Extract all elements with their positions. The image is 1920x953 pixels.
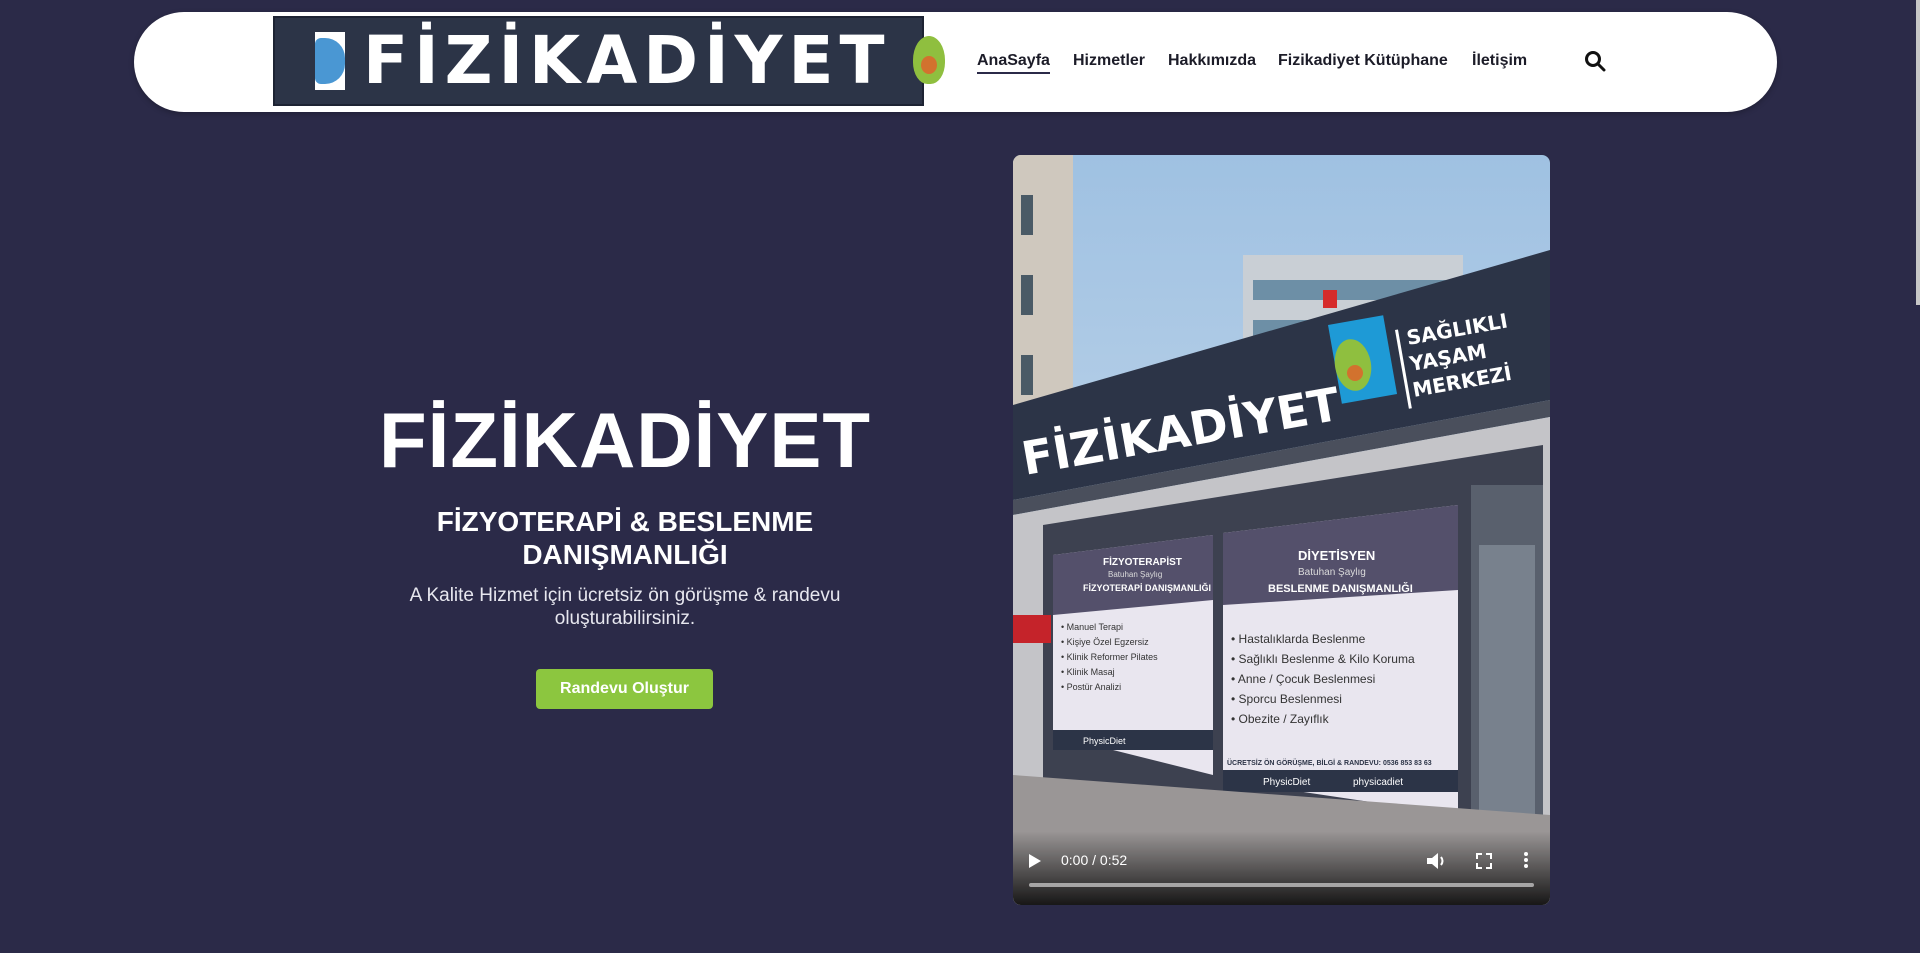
create-appointment-button[interactable]: Randevu Oluştur xyxy=(536,669,713,709)
poster-left-sub: FİZYOTERAPİ DANIŞMANLIĞI xyxy=(1083,582,1211,593)
page-scrollbar[interactable] xyxy=(1916,0,1920,305)
nav-item-hakkimizda[interactable]: Hakkımızda xyxy=(1168,52,1256,70)
poster-left-item: • Klinik Reformer Pilates xyxy=(1061,652,1158,662)
logo-wordmark: FİZİKADİYET xyxy=(363,22,891,99)
logo-tagline-line: SAĞLIKLI xyxy=(932,31,1028,52)
poster-left-item: • Manuel Terapi xyxy=(1061,622,1123,632)
video-controls: 0:00 / 0:52 xyxy=(1013,831,1550,905)
nav-item-kutuphane[interactable]: Fizikadiyet Kütüphane xyxy=(1278,52,1448,70)
promo-video[interactable]: FİZİKADİYET SAĞLIKLI YAŞAM MERKEZİ FİZYO… xyxy=(1013,155,1550,905)
poster-right-sub: BESLENME DANIŞMANLIĞI xyxy=(1268,582,1413,595)
poster-right-footer-social: physicadiet xyxy=(1353,777,1403,788)
more-options-icon[interactable] xyxy=(1523,851,1529,869)
hero-subtitle: FİZYOTERAPİ & BESLENME DANIŞMANLIĞI xyxy=(436,506,814,570)
poster-left-item: • Klinik Masaj xyxy=(1061,667,1115,677)
logo-knee-icon xyxy=(315,32,345,90)
nav-item-hizmetler[interactable]: Hizmetler xyxy=(1073,52,1145,70)
poster-right-item: • Sağlıklı Beslenme & Kilo Koruma xyxy=(1231,652,1415,666)
poster-right-footer: PhysicDiet xyxy=(1263,777,1310,788)
video-time: 0:00 / 0:52 xyxy=(1061,852,1128,868)
hero-title: FİZİKADİYET xyxy=(379,396,871,484)
nav-item-anasayfa[interactable]: AnaSayfa xyxy=(977,52,1050,74)
play-icon[interactable] xyxy=(1029,854,1041,868)
poster-left-name: Batuhan Şaylıg xyxy=(1108,570,1162,579)
poster-right-item: • Anne / Çocuk Beslenmesi xyxy=(1231,672,1375,686)
video-frame: FİZİKADİYET SAĞLIKLI YAŞAM MERKEZİ FİZYO… xyxy=(1013,155,1550,905)
poster-right-name: Batuhan Şaylıg xyxy=(1298,567,1366,578)
poster-left-item: • Kişiye Özel Egzersiz xyxy=(1061,637,1149,647)
poster-right-title: DİYETİSYEN xyxy=(1298,548,1375,563)
hero-description: A Kalite Hizmet için ücretsiz ön görüşme… xyxy=(409,585,841,629)
poster-phone-line: ÜCRETSİZ ÖN GÖRÜŞME, BİLGİ & RANDEVU: 05… xyxy=(1227,758,1432,767)
poster-left-title: FİZYOTERAPİST xyxy=(1103,555,1182,568)
volume-icon[interactable] xyxy=(1427,852,1447,870)
fullscreen-icon[interactable] xyxy=(1476,853,1492,869)
header-navbar: FİZİKADİYET SAĞLIKLI YAŞAM MERKEZİ AnaSa… xyxy=(134,12,1777,112)
site-logo[interactable]: FİZİKADİYET SAĞLIKLI YAŞAM MERKEZİ xyxy=(273,16,1026,106)
poster-left-item: • Postür Analizi xyxy=(1061,682,1121,692)
poster-right-item: • Obezite / Zayıflık xyxy=(1231,712,1330,726)
poster-left-footer: PhysicDiet xyxy=(1083,736,1126,746)
poster-right-item: • Sporcu Beslenmesi xyxy=(1231,692,1342,706)
video-progress-bar[interactable] xyxy=(1029,883,1534,887)
search-icon[interactable] xyxy=(1584,50,1606,72)
poster-right-item: • Hastalıklarda Beslenme xyxy=(1231,632,1366,646)
nav-item-iletisim[interactable]: İletişim xyxy=(1472,52,1527,70)
